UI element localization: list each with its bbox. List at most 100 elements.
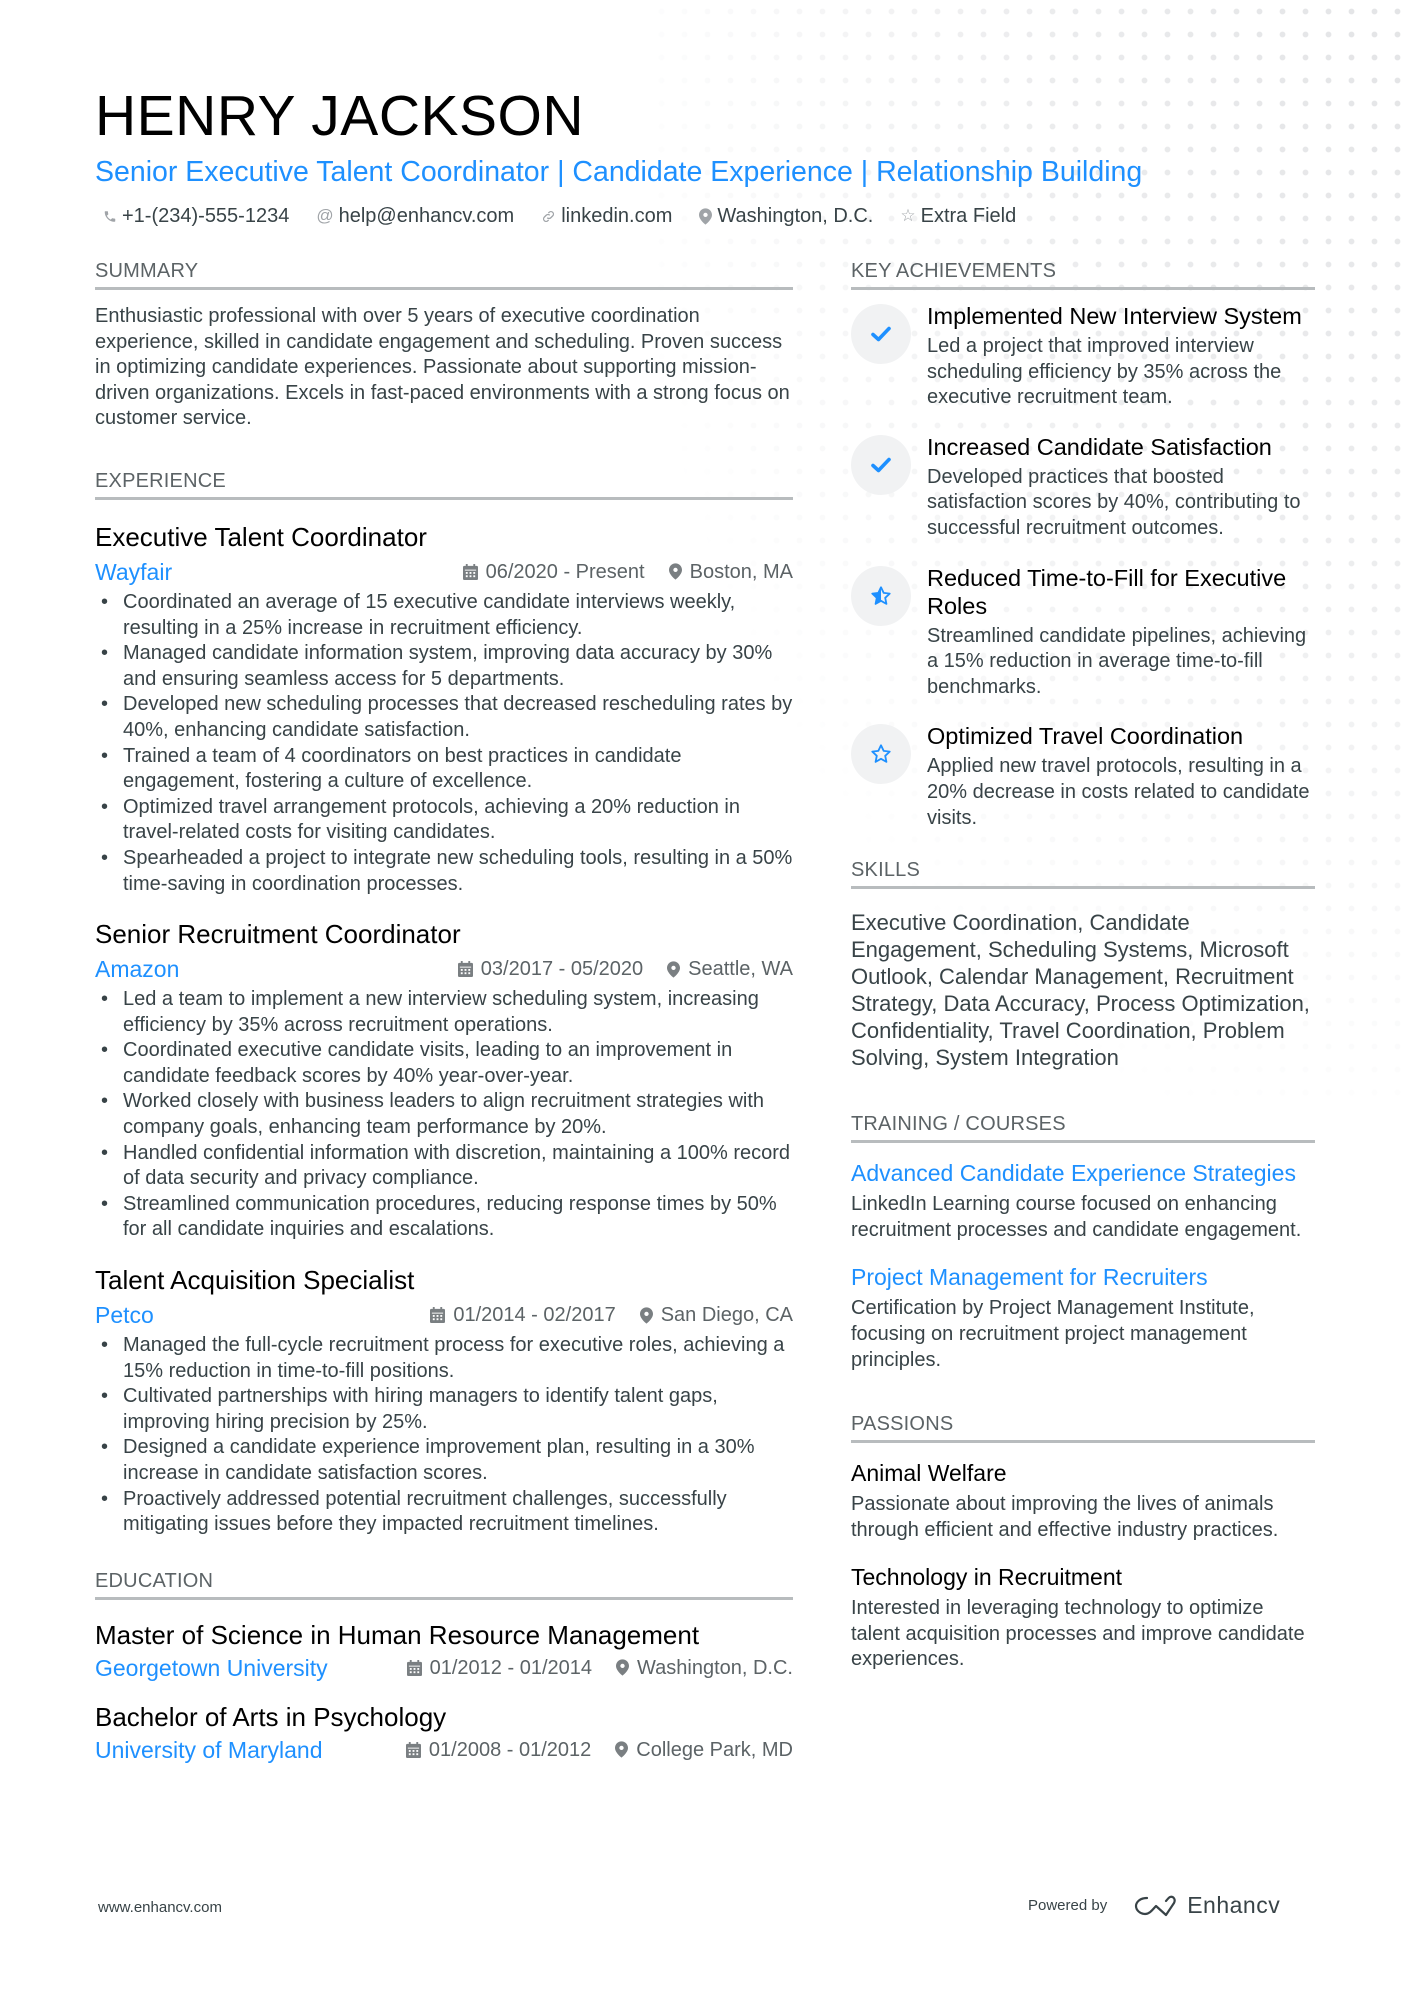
experience-item: Senior Recruitment Coordinator Amazon 03… [95,917,793,1243]
achievement-description: Streamlined candidate pipelines, achievi… [927,624,1307,698]
education-location: College Park, MD [615,1734,793,1766]
job-meta: Amazon 03/2017 - 05/2020 Seattle, WA [95,953,793,985]
job-meta: Petco 01/2014 - 02/2017 San Diego, CA [95,1299,793,1331]
location-icon [639,1306,653,1324]
contact-row: +1-(234)-555-1234 @ help@enhancv.com lin… [95,202,1335,230]
achievement-item: Increased Candidate Satisfaction Develop… [851,433,1315,542]
training-heading: TRAINING / COURSES [851,1111,1315,1144]
job-dates-text: 01/2014 - 02/2017 [453,1304,616,1327]
enhancv-logo[interactable]: Enhancv [1133,1892,1280,1919]
education-meta: University of Maryland 01/2008 - 01/2012… [95,1734,793,1766]
skills-heading: SKILLS [851,857,1315,890]
contact-linkedin[interactable]: linkedin.com [541,202,672,230]
bullet-item: Trained a team of 4 coordinators on best… [95,744,793,795]
experience-item: Talent Acquisition Specialist Petco 01/2… [95,1263,793,1538]
bullet-item: Designed a candidate experience improvem… [95,1435,793,1486]
training-description: LinkedIn Learning course focused on enha… [851,1193,1302,1241]
job-title: Executive Talent Coordinator [95,521,427,552]
resume-header: HENRY JACKSON Senior Executive Talent Co… [95,82,1335,230]
company-name[interactable]: Petco [95,1299,154,1331]
achievement-content: Optimized Travel Coordination Applied ne… [927,722,1315,831]
check-icon [851,434,911,495]
brand-name: Enhancv [1187,1892,1281,1918]
left-column: SUMMARY Enthusiastic professional with o… [95,258,793,1802]
calendar-icon [457,961,473,978]
job-meta-details: 03/2017 - 05/2020 Seattle, WA [457,953,793,985]
school-name[interactable]: Georgetown University [95,1652,328,1684]
job-dates: 06/2020 - Present [462,556,645,588]
achievement-content: Implemented New Interview System Led a p… [927,302,1315,411]
bullet-item: Streamlined communication procedures, re… [95,1192,793,1243]
bullet-item: Led a team to implement a new interview … [95,987,793,1038]
job-bullets: Coordinated an average of 15 executive c… [95,590,793,897]
bullet-item: Handled confidential information with di… [95,1141,793,1192]
contact-email[interactable]: @ help@enhancv.com [316,202,514,230]
education-meta: Georgetown University 01/2012 - 01/2014 … [95,1652,793,1684]
company-name[interactable]: Amazon [95,953,179,985]
passion-item: Animal Welfare Passionate about improvin… [851,1457,1315,1543]
school-name[interactable]: University of Maryland [95,1734,323,1766]
education-meta-details: 01/2008 - 01/2012 College Park, MD [405,1734,793,1766]
skills-text: Executive Coordination, Candidate Engage… [851,910,1310,1071]
contact-phone-text: +1-(234)-555-1234 [122,205,290,227]
achievement-content: Reduced Time-to-Fill for Executive Roles… [927,564,1315,701]
resume-page: HENRY JACKSON Senior Executive Talent Co… [0,0,1410,1995]
training-title[interactable]: Advanced Candidate Experience Strategies [851,1157,1315,1189]
bullet-item: Developed new scheduling processes that … [95,692,793,743]
summary-text: Enthusiastic professional with over 5 ye… [95,305,790,430]
experience-section: EXPERIENCE Executive Talent Coordinator … [95,468,793,1538]
contact-phone[interactable]: +1-(234)-555-1234 [103,202,289,230]
bullet-item: Coordinated an average of 15 executive c… [95,590,793,641]
job-meta-details: 01/2014 - 02/2017 San Diego, CA [430,1299,793,1331]
achievement-title: Implemented New Interview System [927,303,1302,329]
training-title[interactable]: Project Management for Recruiters [851,1261,1315,1293]
location-icon [615,1741,629,1758]
education-dates-text: 01/2012 - 01/2014 [429,1656,592,1679]
passion-title: Technology in Recruitment [851,1564,1123,1591]
bullet-item: Coordinated executive candidate visits, … [95,1038,793,1089]
achievement-item: Reduced Time-to-Fill for Executive Roles… [851,564,1315,701]
degree-title: Master of Science in Human Resource Mana… [95,1619,700,1650]
contact-extra-text: Extra Field [920,205,1017,227]
bullet-item: Cultivated partnerships with hiring mana… [95,1384,793,1435]
passion-item: Technology in Recruitment Interested in … [851,1561,1315,1673]
job-meta: Wayfair 06/2020 - Present Boston, MA [95,556,793,588]
achievement-item: Optimized Travel Coordination Applied ne… [851,722,1315,831]
star-icon: ☆ [900,206,916,225]
training-item: Advanced Candidate Experience Strategies… [851,1157,1315,1243]
link-icon [541,209,556,224]
job-dates-text: 03/2017 - 05/2020 [480,958,644,981]
location-icon [616,1659,629,1676]
footer-branding: Powered by Enhancv [1028,1892,1280,1919]
check-icon [851,304,911,364]
job-dates: 03/2017 - 05/2020 [457,953,644,985]
job-location-text: Seattle, WA [688,958,793,981]
bullet-item: Managed candidate information system, im… [95,641,793,692]
summary-heading: SUMMARY [95,258,793,290]
education-location-text: Washington, D.C. [637,1656,793,1679]
bullet-item: Managed the full-cycle recruitment proce… [95,1333,793,1384]
bullet-item: Worked closely with business leaders to … [95,1089,793,1140]
company-name[interactable]: Wayfair [95,556,172,588]
calendar-icon [462,564,478,580]
passions-section: PASSIONS Animal Welfare Passionate about… [851,1411,1315,1673]
achievements-section: KEY ACHIEVEMENTS Implemented New Intervi… [851,258,1315,831]
achievement-description: Applied new travel protocols, resulting … [927,755,1310,829]
star-outline-icon [851,724,911,785]
enhancv-logo-icon [1135,1895,1176,1916]
achievement-description: Developed practices that boosted satisfa… [927,465,1301,539]
calendar-icon [430,1307,446,1323]
job-dates: 01/2014 - 02/2017 [430,1299,616,1331]
location-icon [699,207,713,225]
achievement-item: Implemented New Interview System Led a p… [851,302,1315,411]
job-location: Boston, MA [668,556,793,588]
location-icon [667,960,681,978]
candidate-name: HENRY JACKSON [95,84,585,148]
half-star-icon [851,565,911,626]
education-location: Washington, D.C. [616,1652,793,1684]
contact-location: Washington, D.C. [699,202,873,230]
education-item: Master of Science in Human Resource Mana… [95,1618,793,1684]
job-bullets: Managed the full-cycle recruitment proce… [95,1333,793,1538]
training-description: Certification by Project Management Inst… [851,1297,1255,1371]
footer-website-link[interactable]: www.enhancv.com [98,1899,222,1916]
